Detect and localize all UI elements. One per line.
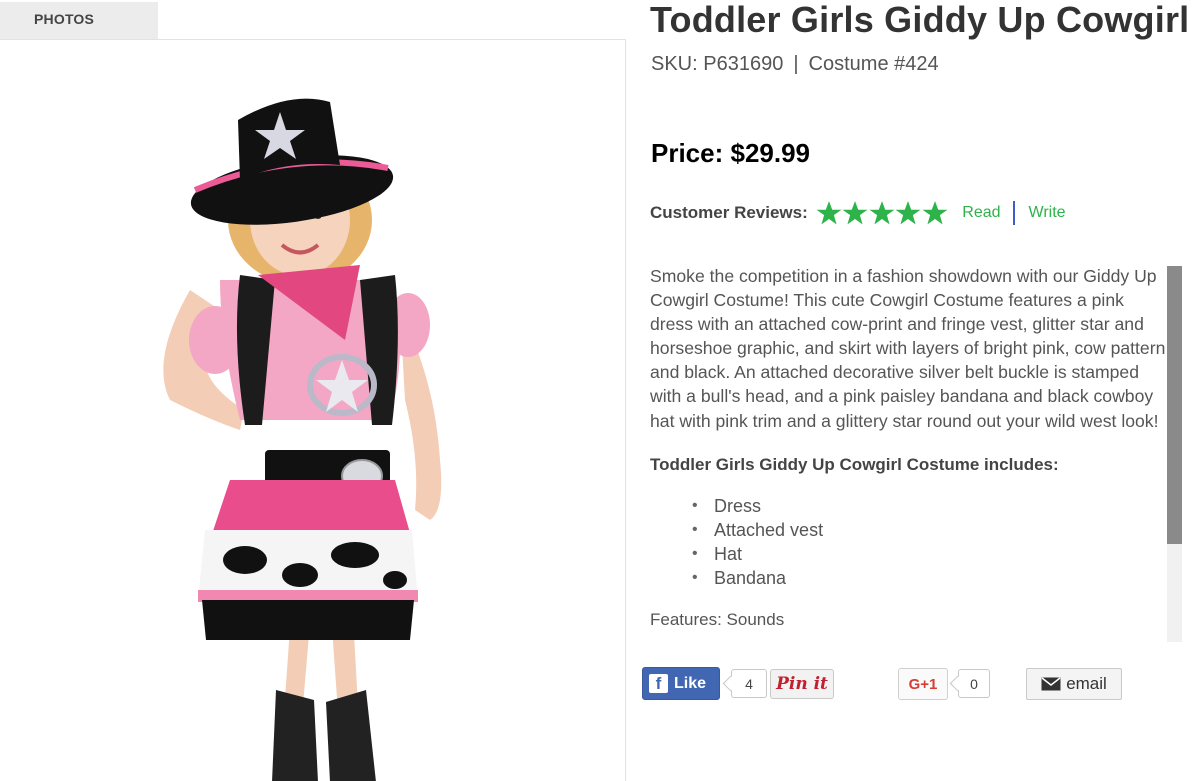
list-item: Hat (692, 542, 1170, 566)
photos-tab[interactable]: PHOTOS (0, 2, 158, 39)
sku-text: SKU: P631690 (651, 53, 784, 75)
sku-line: SKU: P631690 | Costume #424 (651, 53, 939, 76)
facebook-icon: f (649, 674, 668, 693)
list-item: Bandana (692, 566, 1170, 590)
email-icon (1041, 677, 1061, 691)
includes-list: Dress Attached vest Hat Bandana (650, 494, 1170, 590)
google-plus-button[interactable]: G+1 (898, 668, 948, 700)
write-review-link[interactable]: Write (1029, 204, 1066, 222)
like-label: Like (674, 674, 707, 692)
includes-heading: Toddler Girls Giddy Up Cowgirl Costume i… (650, 454, 1059, 474)
list-item: Dress (692, 494, 1170, 518)
sku-separator: | (793, 53, 799, 75)
features-line: Features: Sounds (650, 609, 785, 629)
pin-label: Pin it (776, 674, 828, 694)
email-share-button[interactable]: email (1026, 668, 1122, 700)
star-icon (842, 201, 868, 225)
like-count: 4 (731, 669, 767, 698)
star-icon (816, 201, 842, 225)
pinterest-pin-button[interactable]: Pin it (770, 669, 834, 699)
description-text: Smoke the competition in a fashion showd… (650, 266, 1166, 431)
product-title: Toddler Girls Giddy Up Cowgirl (650, 0, 1190, 40)
price: Price: $29.99 (651, 138, 811, 168)
star-rating (816, 200, 949, 226)
reviews-divider (1012, 201, 1015, 225)
gplus-count: 0 (958, 669, 990, 698)
description-panel[interactable]: Smoke the competition in a fashion showd… (650, 264, 1181, 644)
star-icon (869, 201, 895, 225)
costume-photo-illustration (163, 98, 442, 781)
facebook-like-button[interactable]: f Like (642, 667, 720, 700)
customer-reviews: Customer Reviews: Read Write (650, 198, 1066, 228)
description-scrollbar-thumb[interactable] (1167, 266, 1182, 544)
star-icon (922, 201, 948, 225)
costume-number: Costume #424 (808, 53, 939, 75)
gplus-label: G+1 (908, 675, 938, 693)
read-reviews-link[interactable]: Read (962, 204, 1000, 222)
product-photo[interactable] (0, 39, 626, 781)
star-icon (895, 201, 921, 225)
email-label: email (1066, 674, 1107, 693)
list-item: Attached vest (692, 518, 1170, 542)
reviews-label: Customer Reviews: (650, 203, 808, 222)
